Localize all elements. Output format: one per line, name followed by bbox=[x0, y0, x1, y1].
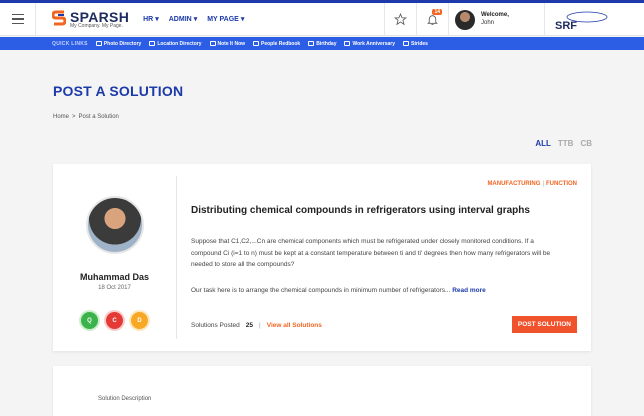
quick-link-birthday[interactable]: Birthday bbox=[308, 41, 336, 47]
chevron-down-icon: ▾ bbox=[240, 16, 245, 23]
category-label: MANUFACTURING | FUNCTION bbox=[487, 181, 577, 187]
solutions-count: 25 bbox=[245, 322, 254, 329]
quick-link-label: Work Anniversary bbox=[352, 40, 396, 47]
problem-task: Our task here is to arrange the chemical… bbox=[191, 287, 563, 294]
chevron-down-icon: ▾ bbox=[193, 16, 198, 23]
post-solution-button[interactable]: POST SOLUTION bbox=[511, 316, 577, 333]
quick-link-note-it-now[interactable]: Note It Now bbox=[209, 40, 246, 47]
quick-link-label: Location Directory bbox=[157, 40, 202, 47]
nav-my-page[interactable]: MY PAGE ▾ bbox=[207, 15, 245, 24]
category-secondary: FUNCTION bbox=[546, 181, 577, 187]
star-icon bbox=[394, 13, 407, 26]
favorites-button[interactable] bbox=[384, 3, 416, 36]
welcome-label: Welcome, bbox=[481, 12, 509, 19]
notification-badge: 14 bbox=[432, 9, 442, 15]
chevron-down-icon: ▾ bbox=[155, 16, 159, 23]
page-title: POST A SOLUTION bbox=[53, 83, 184, 99]
nav-hr-label: HR bbox=[143, 15, 154, 23]
quick-link-label: Photo Directory bbox=[103, 40, 142, 47]
logo-title: SPARSH bbox=[70, 8, 130, 25]
author-avatar bbox=[85, 196, 144, 254]
quick-link-photo-directory[interactable]: Photo Directory bbox=[95, 40, 142, 47]
breadcrumb-home[interactable]: Home bbox=[53, 114, 69, 120]
nav-hr[interactable]: HR ▾ bbox=[143, 15, 159, 24]
author-panel: Muhammad Das 18 Oct 2017 Q C D bbox=[53, 176, 177, 339]
view-all-solutions-link[interactable]: View all Solutions bbox=[267, 322, 322, 329]
problem-content: MANUFACTURING | FUNCTION Distributing chem… bbox=[191, 164, 577, 351]
photo-icon bbox=[95, 41, 102, 46]
solution-description-label: Solution Description bbox=[98, 396, 152, 402]
quick-links-title: QUICK LINKS bbox=[52, 40, 88, 47]
nav-admin-label: ADMIN bbox=[168, 15, 192, 23]
filter-tabs: ALL TTB CB bbox=[535, 139, 592, 148]
solutions-footer: Solutions Posted 25 | View all Solutions bbox=[191, 322, 322, 329]
strides-icon bbox=[403, 41, 410, 46]
problem-description: Suppose that C1,C2,...Cn are chemical co… bbox=[191, 238, 551, 268]
quick-link-people-redbook[interactable]: People Redbook bbox=[253, 41, 300, 47]
problem-task-text: Our task here is to arrange the chemical… bbox=[191, 287, 451, 294]
read-more-link[interactable]: Read more bbox=[452, 287, 486, 294]
sparsh-logo-icon bbox=[51, 10, 67, 28]
sparsh-logo[interactable]: SPARSH My Company. My Page. bbox=[51, 8, 130, 29]
breadcrumb: Home > Post a Solution bbox=[53, 114, 119, 120]
logo-subtitle: My Company. My Page. bbox=[70, 22, 123, 29]
cake-icon bbox=[308, 41, 315, 46]
book-icon bbox=[253, 41, 260, 46]
quick-link-label: Strides bbox=[411, 40, 428, 47]
quick-link-label: People Redbook bbox=[261, 40, 301, 47]
problem-title[interactable]: Distributing chemical compounds in refri… bbox=[191, 205, 530, 216]
tag-c: C bbox=[106, 312, 123, 329]
user-menu[interactable]: Welcome, John bbox=[448, 3, 544, 36]
notifications-button[interactable]: 14 bbox=[416, 3, 448, 36]
solutions-posted-label: Solutions Posted bbox=[191, 322, 240, 329]
tag-d: D bbox=[131, 312, 148, 329]
tag-q: Q bbox=[81, 312, 98, 329]
filter-cb[interactable]: CB bbox=[580, 139, 592, 148]
quick-link-label: Birthday bbox=[316, 40, 337, 47]
main-nav: HR ▾ ADMIN ▾ MY PAGE ▾ bbox=[143, 15, 245, 24]
avatar bbox=[455, 9, 475, 30]
footer-separator: | bbox=[259, 322, 261, 329]
breadcrumb-current: Post a Solution bbox=[78, 114, 119, 120]
quick-link-location-directory[interactable]: Location Directory bbox=[149, 40, 202, 47]
header-bar: SPARSH My Company. My Page. HR ▾ ADMIN ▾ M… bbox=[0, 2, 644, 36]
filter-ttb[interactable]: TTB bbox=[558, 139, 574, 148]
post-date: 18 Oct 2017 bbox=[98, 285, 131, 291]
gift-icon bbox=[344, 41, 351, 46]
folder-icon bbox=[149, 41, 156, 46]
nav-my-page-label: MY PAGE bbox=[207, 15, 239, 23]
note-icon bbox=[209, 41, 216, 46]
user-name: John bbox=[481, 19, 495, 26]
menu-icon[interactable] bbox=[0, 2, 36, 36]
quick-link-work-anniversary[interactable]: Work Anniversary bbox=[344, 41, 395, 47]
srf-logo-text: SRF bbox=[555, 20, 577, 31]
category-separator: | bbox=[542, 181, 544, 187]
tag-circles: Q C D bbox=[81, 312, 148, 329]
problem-card: Muhammad Das 18 Oct 2017 Q C D MANUFACTU… bbox=[53, 164, 591, 351]
srf-logo-icon: SRF bbox=[555, 11, 608, 31]
quick-links-bar: QUICK LINKS Photo Directory Location Dir… bbox=[0, 37, 644, 50]
category-primary: MANUFACTURING bbox=[487, 181, 541, 187]
filter-all[interactable]: ALL bbox=[535, 139, 551, 148]
author-name: Muhammad Das bbox=[79, 272, 150, 282]
nav-admin[interactable]: ADMIN ▾ bbox=[168, 15, 198, 24]
breadcrumb-separator: > bbox=[72, 114, 76, 120]
quick-link-strides[interactable]: Strides bbox=[403, 41, 428, 47]
srf-logo: SRF bbox=[544, 3, 644, 36]
quick-link-label: Note It Now bbox=[217, 40, 246, 47]
solution-form-card: Solution Description bbox=[53, 366, 591, 416]
